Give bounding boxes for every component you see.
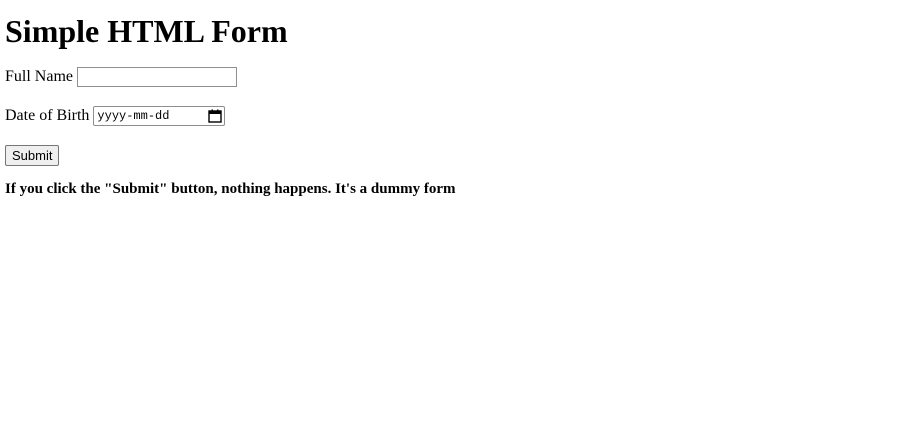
date-of-birth-input[interactable]: yyyy-mm-dd	[93, 106, 226, 126]
full-name-label: Full Name	[5, 68, 73, 85]
date-of-birth-label: Date of Birth	[5, 107, 90, 124]
dummy-form-note: If you click the "Submit" button, nothin…	[5, 181, 456, 197]
full-name-row: Full Name	[5, 67, 911, 87]
calendar-icon[interactable]	[208, 109, 223, 123]
calendar-icon-svg	[208, 109, 223, 123]
date-placeholder: yyyy-mm-dd	[97, 109, 170, 123]
date-of-birth-row: Date of Birth yyyy-mm-dd	[5, 105, 911, 127]
submit-row: Submit	[5, 144, 911, 166]
full-name-input[interactable]	[77, 67, 237, 87]
page-title: Simple HTML Form	[5, 13, 288, 49]
submit-button[interactable]: Submit	[5, 144, 60, 166]
page: Simple HTML Form Full Name Date of Birth…	[0, 0, 916, 198]
